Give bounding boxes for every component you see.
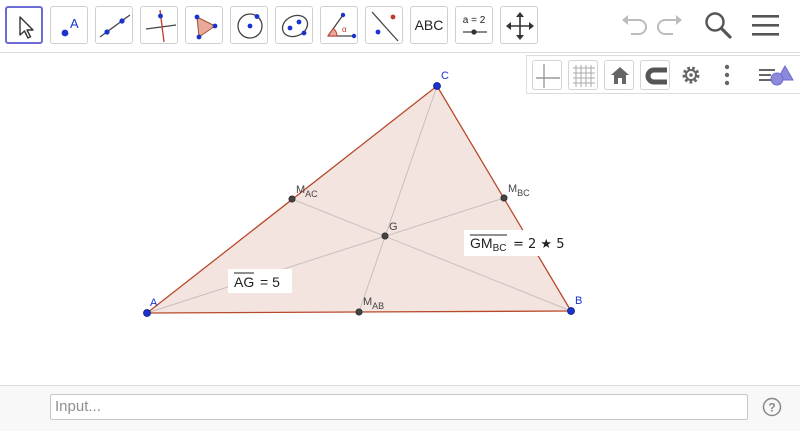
triangle-abc[interactable] (147, 86, 571, 313)
search-icon[interactable] (701, 8, 737, 44)
algebra-input[interactable]: Input... (50, 394, 748, 420)
point-c[interactable] (433, 82, 441, 90)
polygon-tool-button[interactable] (185, 6, 223, 44)
point-a[interactable] (143, 309, 151, 317)
move-graphics-view-tool-button[interactable] (500, 6, 538, 44)
menu-icon[interactable] (750, 8, 782, 44)
text-tool-button[interactable]: ABC (410, 6, 448, 44)
perpendicular-line-icon (145, 9, 177, 43)
slider-icon (463, 29, 487, 35)
measurement-ag-label: AG (234, 274, 254, 290)
point-tool-button[interactable]: A (50, 6, 88, 44)
point-g[interactable] (381, 232, 389, 240)
angle-tool-button[interactable]: α (320, 6, 358, 44)
move-arrows-icon (506, 12, 534, 40)
line-tool-button[interactable] (95, 6, 133, 44)
label-a: A (150, 297, 158, 309)
point-m-ac[interactable] (288, 195, 296, 203)
label-c: C (441, 70, 449, 82)
line-icon (99, 14, 131, 38)
point-b[interactable] (567, 307, 575, 315)
angle-icon: α (327, 12, 357, 39)
conic-tool-button[interactable] (275, 6, 313, 44)
svg-text:A: A (70, 16, 79, 31)
measurement-ag-value: = 5 (260, 274, 280, 290)
input-bar-panel: Input... ? (0, 385, 800, 431)
reflect-tool-button[interactable] (365, 6, 403, 44)
move-tool-button[interactable] (5, 6, 43, 44)
point-m-ab[interactable] (355, 308, 363, 316)
graphics-view[interactable]: A B C G MAC MBC MAB AG = 5 GMBC = 2 ★ 5 (0, 53, 800, 385)
ellipse-icon (281, 14, 309, 38)
slider-tool-button[interactable]: a = 2 (455, 6, 493, 44)
undo-icon[interactable] (617, 8, 651, 42)
circle-tool-button[interactable] (230, 6, 268, 44)
perpendicular-line-tool-button[interactable] (140, 6, 178, 44)
measurement-gm-value: = 2 ★ 5 (513, 237, 565, 252)
measurement-gm-bc[interactable]: GMBC = 2 ★ 5 (464, 230, 570, 256)
measurement-ag[interactable]: AG = 5 (228, 269, 292, 293)
polygon-icon (194, 14, 218, 40)
point-m-bc[interactable] (500, 194, 508, 202)
redo-icon[interactable] (653, 8, 687, 42)
toolbar: A α ABC a = 2 (0, 0, 800, 53)
svg-text:?: ? (768, 401, 775, 415)
label-b: B (575, 295, 582, 307)
cursor-arrow-icon (19, 16, 34, 39)
text-tool-label: ABC (414, 17, 444, 33)
label-m-bc: MBC (508, 183, 530, 198)
point-icon: A (61, 16, 79, 37)
circle-with-center-icon (237, 13, 263, 39)
svg-text:α: α (342, 25, 347, 34)
reflect-about-line-icon (371, 11, 399, 42)
label-g: G (389, 221, 398, 233)
construction-canvas[interactable]: A B C G MAC MBC MAB AG = 5 GMBC = 2 ★ 5 (0, 53, 800, 385)
help-icon[interactable]: ? (762, 397, 782, 417)
